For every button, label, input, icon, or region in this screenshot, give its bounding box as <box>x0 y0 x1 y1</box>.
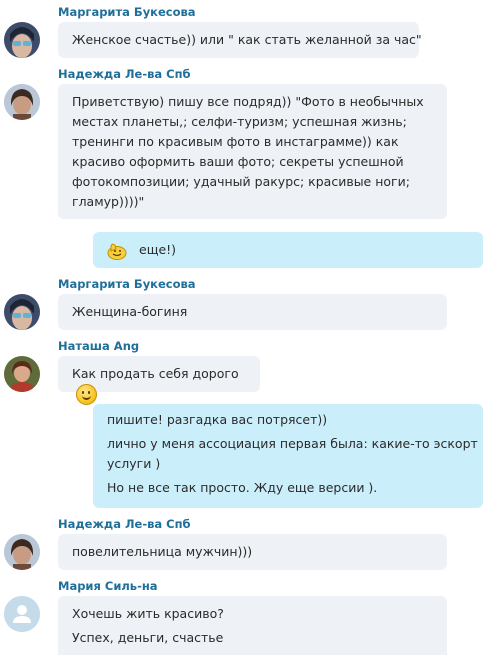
message-text: пишите! разгадка вас потрясет)) <box>107 412 328 427</box>
message-text: гламур))))" <box>72 194 145 209</box>
message-text: лично у меня ассоциация первая была: как… <box>107 436 478 451</box>
avatar[interactable] <box>4 84 40 120</box>
sender-name[interactable]: Маргарита Букесова <box>58 277 196 291</box>
message-text: Как продать себя дорого <box>72 366 239 381</box>
message-text: Но не все так просто. Жду еще версии ). <box>107 480 378 495</box>
message-text: еще!) <box>139 242 177 257</box>
sender-name[interactable]: Мария Силь-на <box>58 579 158 593</box>
avatar[interactable] <box>4 356 40 392</box>
avatar[interactable] <box>4 534 40 570</box>
outgoing-message-bubble: пишите! разгадка вас потрясет)) лично у … <box>93 404 483 508</box>
message-text: Успех, деньги, счастье <box>72 630 224 645</box>
message-text: Приветствую) пишу все подряд)) "Фото в н… <box>72 94 424 109</box>
message-text: Женщина-богиня <box>72 304 188 319</box>
sender-name[interactable]: Маргарита Букесова <box>58 5 196 19</box>
message-bubble: Приветствую) пишу все подряд)) "Фото в н… <box>58 84 447 219</box>
message-text: Женское счастье)) или " как стать желанн… <box>72 32 422 47</box>
sender-name[interactable]: Надежда Ле-ва Спб <box>58 67 191 81</box>
message-text: фотокомпозиции; удачный ракурс; красивые… <box>72 174 410 189</box>
message-bubble: Как продать себя дорого <box>58 356 260 405</box>
avatar[interactable] <box>4 596 40 632</box>
smiley-emoji-icon <box>76 384 97 405</box>
message-text: услуги ) <box>107 456 161 471</box>
avatar[interactable] <box>4 22 40 58</box>
sender-name[interactable]: Наташа Ang <box>58 339 139 353</box>
sender-name[interactable]: Надежда Ле-ва Спб <box>58 517 191 531</box>
avatar[interactable] <box>4 294 40 330</box>
message-text: местах планеты,; селфи-туризм; успешная … <box>72 114 407 129</box>
message-text: красиво оформить ваши фото; секреты успе… <box>72 154 404 169</box>
thumbs-up-emoji-icon <box>107 242 127 260</box>
message-bubble: повелительница мужчин))) <box>58 534 447 570</box>
outgoing-message-bubble: еще!) <box>93 232 483 268</box>
message-text: повелительница мужчин))) <box>72 544 253 559</box>
message-text: тренинги по красивым фото в инстаграмме)… <box>72 134 399 149</box>
message-bubble: Хочешь жить красиво? Успех, деньги, счас… <box>58 596 447 655</box>
message-text: Хочешь жить красиво? <box>72 606 224 621</box>
message-bubble: Женское счастье)) или " как стать желанн… <box>58 22 422 58</box>
message-bubble: Женщина-богиня <box>58 294 447 330</box>
